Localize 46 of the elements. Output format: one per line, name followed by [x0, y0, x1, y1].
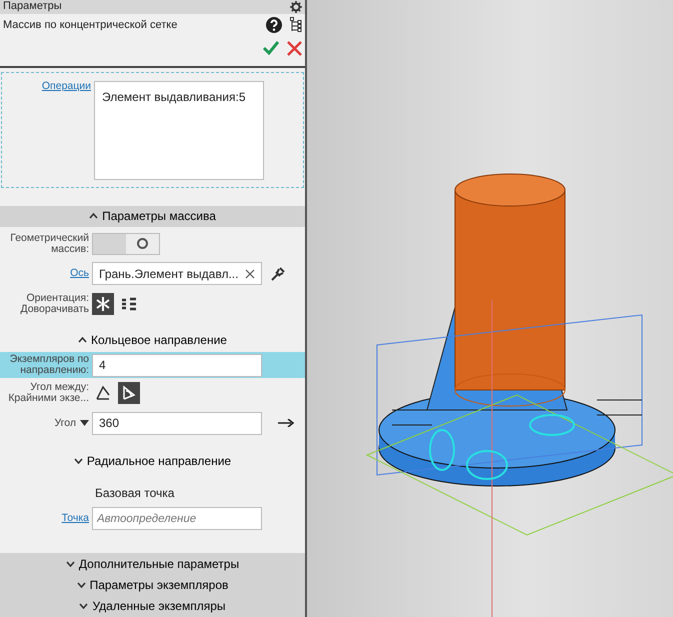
chevron-down-icon [79, 603, 88, 610]
chevron-down-icon [76, 582, 86, 588]
operations-list[interactable]: Элемент выдавливания:5 [94, 81, 264, 180]
list-item[interactable]: Элемент выдавливания:5 [102, 88, 256, 106]
field-label: Геометрический массив: [10, 232, 89, 255]
settings-icon[interactable] [290, 0, 302, 13]
section-header[interactable]: Дополнительные параметры [0, 552, 305, 574]
step-icon [95, 385, 111, 402]
field-label: Угол между: [30, 381, 89, 394]
close-icon[interactable] [287, 41, 302, 56]
toggle-switch[interactable] [92, 232, 160, 255]
panel-title: Параметры [3, 1, 62, 12]
total-mode-button[interactable] [118, 382, 140, 404]
operations-link[interactable]: Операции [42, 80, 91, 92]
field-sublabel: Доворачивать [20, 302, 89, 315]
axis-link[interactable]: Ось [70, 267, 89, 280]
field-sublabel: Крайними экзе... [8, 392, 89, 404]
clear-icon[interactable] [245, 268, 255, 279]
pick-icon[interactable] [270, 266, 286, 282]
rotate-icon [95, 296, 111, 312]
chevron-up-icon [78, 336, 88, 343]
arrow-icon[interactable] [278, 419, 294, 428]
total-icon [121, 385, 137, 402]
count-field[interactable]: 4 [92, 354, 262, 377]
rotate-mode-button[interactable] [92, 292, 114, 315]
section-header[interactable]: Радиальное направление [0, 450, 305, 472]
operation-name: Массив по концентрической сетке [3, 18, 178, 33]
chevron-up-icon [89, 213, 98, 220]
axis-field[interactable]: Грань.Элемент выдавл... [92, 262, 262, 286]
chevron-down-icon [74, 458, 83, 464]
field-label: Ориентация: [26, 292, 89, 304]
section-header[interactable]: Параметры экземпляров [0, 574, 305, 596]
section-header[interactable]: Параметры массива [0, 206, 305, 227]
section-subheading: Базовая точка [95, 484, 176, 502]
section-header[interactable]: Удаленные экземпляры [0, 596, 305, 617]
section-header[interactable]: Кольцевое направление [0, 328, 305, 350]
angle-field[interactable]: 360 [92, 412, 262, 435]
field-label: Экземпляров по направлению: [10, 353, 89, 376]
checkmark-icon[interactable] [263, 41, 279, 56]
help-icon[interactable] [266, 16, 282, 33]
parallel-icon [121, 296, 137, 311]
tree-icon[interactable] [290, 16, 302, 33]
dropdown-icon[interactable] [80, 420, 89, 426]
point-link[interactable]: Точка [62, 512, 89, 524]
chevron-down-icon [66, 560, 75, 567]
field-label: Угол [54, 418, 76, 429]
